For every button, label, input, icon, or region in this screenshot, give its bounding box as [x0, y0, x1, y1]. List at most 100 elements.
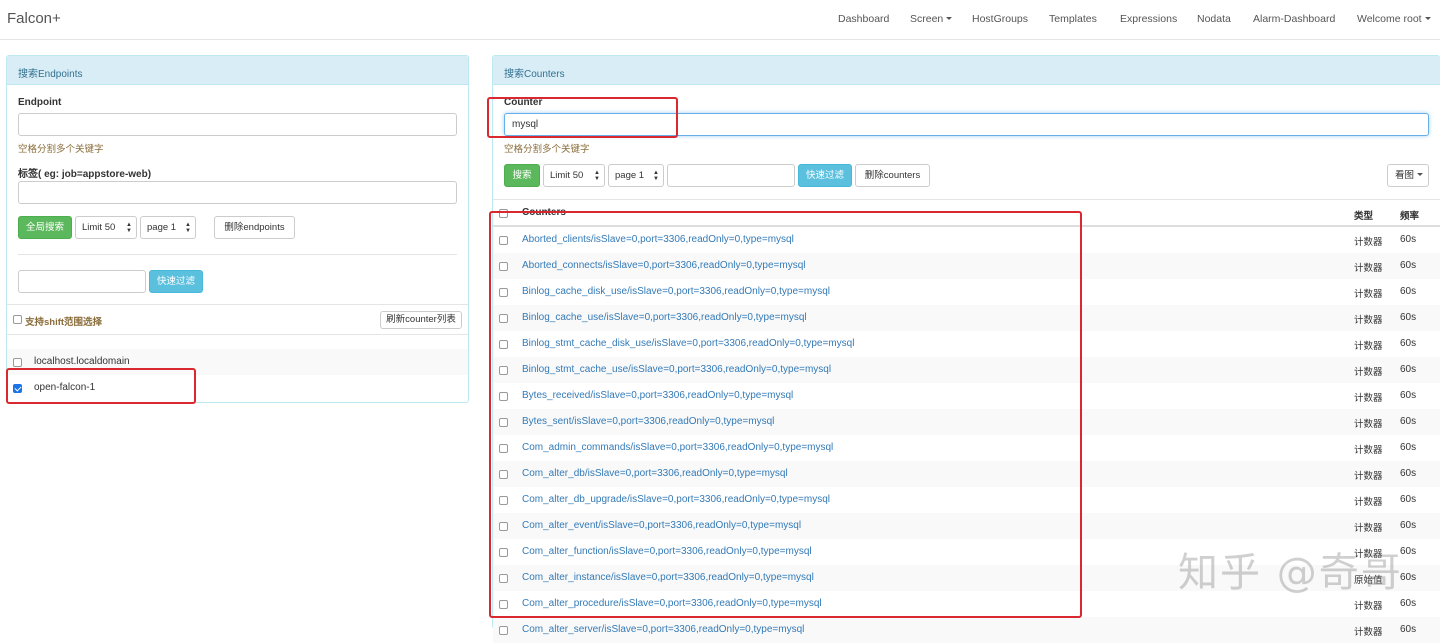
counter-checkbox[interactable]: [499, 262, 508, 271]
counter-quick-filter-button[interactable]: 快速过滤: [798, 164, 852, 187]
counter-step: 60s: [1400, 416, 1417, 427]
counter-link[interactable]: Aborted_connects/isSlave=0,port=3306,rea…: [522, 260, 806, 271]
counter-hint: 空格分割多个关键字: [504, 144, 590, 155]
endpoint-quick-filter-button[interactable]: 快速过滤: [149, 270, 203, 293]
shift-select-checkbox[interactable]: [13, 315, 22, 324]
counter-link[interactable]: Com_alter_event/isSlave=0,port=3306,read…: [522, 520, 801, 531]
counter-link[interactable]: Com_alter_function/isSlave=0,port=3306,r…: [522, 546, 812, 557]
counter-link[interactable]: Binlog_stmt_cache_disk_use/isSlave=0,por…: [522, 338, 854, 349]
counter-step: 60s: [1400, 338, 1417, 349]
nav-user-menu[interactable]: Welcome root: [1357, 13, 1431, 25]
nav-nodata[interactable]: Nodata: [1197, 13, 1231, 25]
counter-link[interactable]: Bytes_sent/isSlave=0,port=3306,readOnly=…: [522, 416, 774, 427]
counter-row[interactable]: Binlog_cache_disk_use/isSlave=0,port=330…: [493, 279, 1440, 305]
nav-expressions[interactable]: Expressions: [1120, 13, 1177, 25]
counter-link[interactable]: Com_alter_procedure/isSlave=0,port=3306,…: [522, 598, 822, 609]
counter-limit-select[interactable]: Limit 50 ▲ ▼: [543, 164, 605, 187]
tag-input[interactable]: [18, 181, 457, 204]
counter-checkbox[interactable]: [499, 340, 508, 349]
delete-counters-button[interactable]: 删除counters: [855, 164, 930, 187]
counter-link[interactable]: Bytes_received/isSlave=0,port=3306,readO…: [522, 390, 793, 401]
nav-alarm-dashboard[interactable]: Alarm-Dashboard: [1253, 13, 1335, 25]
counter-row[interactable]: Bytes_received/isSlave=0,port=3306,readO…: [493, 383, 1440, 409]
counter-row[interactable]: Binlog_cache_use/isSlave=0,port=3306,rea…: [493, 305, 1440, 331]
counter-link[interactable]: Binlog_stmt_cache_use/isSlave=0,port=330…: [522, 364, 831, 375]
counter-row[interactable]: Bytes_sent/isSlave=0,port=3306,readOnly=…: [493, 409, 1440, 435]
counter-row[interactable]: Aborted_clients/isSlave=0,port=3306,read…: [493, 227, 1440, 253]
endpoint-row[interactable]: open-falcon-1: [7, 375, 468, 401]
counter-checkbox[interactable]: [499, 626, 508, 635]
counter-checkbox[interactable]: [499, 600, 508, 609]
counter-row[interactable]: Aborted_connects/isSlave=0,port=3306,rea…: [493, 253, 1440, 279]
counter-step: 60s: [1400, 260, 1417, 271]
counter-label: Counter: [504, 97, 543, 108]
nav-templates[interactable]: Templates: [1049, 13, 1097, 25]
counter-type: 计数器: [1354, 523, 1383, 534]
view-graph-button[interactable]: 看图: [1387, 164, 1429, 187]
counter-row[interactable]: Com_alter_db_upgrade/isSlave=0,port=3306…: [493, 487, 1440, 513]
table-header-type: 类型: [1354, 211, 1374, 222]
counter-checkbox[interactable]: [499, 236, 508, 245]
counter-link[interactable]: Com_alter_db/isSlave=0,port=3306,readOnl…: [522, 468, 788, 479]
counter-step: 60s: [1400, 624, 1417, 635]
counter-checkbox[interactable]: [499, 392, 508, 401]
counter-filter-input[interactable]: [667, 164, 795, 187]
caret-down-icon: [1422, 13, 1431, 25]
select-all-counters-checkbox[interactable]: [499, 209, 508, 218]
counter-row[interactable]: Com_admin_commands/isSlave=0,port=3306,r…: [493, 435, 1440, 461]
counter-checkbox[interactable]: [499, 366, 508, 375]
watermark: 知乎 @奇哥: [1178, 550, 1403, 596]
endpoint-limit-select[interactable]: Limit 50 ▲ ▼: [75, 216, 137, 239]
counter-checkbox[interactable]: [499, 522, 508, 531]
brand-logo[interactable]: Falcon+: [7, 10, 61, 27]
counter-link[interactable]: Binlog_cache_use/isSlave=0,port=3306,rea…: [522, 312, 807, 323]
endpoint-checkbox[interactable]: [13, 384, 22, 393]
counter-search-input[interactable]: [504, 113, 1429, 136]
endpoint-page-select[interactable]: page 1 ▲ ▼: [140, 216, 196, 239]
counter-link[interactable]: Binlog_cache_disk_use/isSlave=0,port=330…: [522, 286, 830, 297]
delete-endpoints-button[interactable]: 删除endpoints: [214, 216, 295, 239]
counter-checkbox[interactable]: [499, 444, 508, 453]
counter-checkbox[interactable]: [499, 314, 508, 323]
counter-checkbox[interactable]: [499, 470, 508, 479]
counter-checkbox[interactable]: [499, 418, 508, 427]
counter-checkbox[interactable]: [499, 574, 508, 583]
counter-link[interactable]: Com_alter_db_upgrade/isSlave=0,port=3306…: [522, 494, 830, 505]
counter-page-select[interactable]: page 1 ▲ ▼: [608, 164, 664, 187]
counter-search-button[interactable]: 搜索: [504, 164, 540, 187]
endpoint-filter-input[interactable]: [18, 270, 146, 293]
divider: [7, 304, 468, 305]
endpoint-row[interactable]: localhost.localdomain: [7, 349, 468, 375]
counter-type: 计数器: [1354, 289, 1383, 300]
counter-step: 60s: [1400, 494, 1417, 505]
updown-arrow-icon: ▲ ▼: [594, 170, 600, 182]
counter-checkbox[interactable]: [499, 548, 508, 557]
counter-limit-value: Limit 50: [550, 170, 584, 181]
counter-row[interactable]: Com_alter_db/isSlave=0,port=3306,readOnl…: [493, 461, 1440, 487]
counter-row[interactable]: Binlog_stmt_cache_use/isSlave=0,port=330…: [493, 357, 1440, 383]
nav-screen-label: Screen: [910, 13, 944, 25]
counter-row[interactable]: Com_alter_event/isSlave=0,port=3306,read…: [493, 513, 1440, 539]
endpoint-checkbox[interactable]: [13, 358, 22, 367]
nav-dashboard[interactable]: Dashboard: [838, 13, 889, 25]
counter-checkbox[interactable]: [499, 496, 508, 505]
endpoint-search-input[interactable]: [18, 113, 457, 136]
counter-row[interactable]: Binlog_stmt_cache_disk_use/isSlave=0,por…: [493, 331, 1440, 357]
table-header-counters: Counters: [522, 207, 566, 218]
counter-link[interactable]: Com_alter_instance/isSlave=0,port=3306,r…: [522, 572, 814, 583]
counter-link[interactable]: Com_admin_commands/isSlave=0,port=3306,r…: [522, 442, 833, 453]
counter-step: 60s: [1400, 598, 1417, 609]
global-search-button[interactable]: 全局搜索: [18, 216, 72, 239]
nav-screen[interactable]: Screen: [910, 13, 952, 25]
nav-hostgroups[interactable]: HostGroups: [972, 13, 1028, 25]
counter-checkbox[interactable]: [499, 288, 508, 297]
endpoint-label: Endpoint: [18, 97, 62, 108]
refresh-counter-list-button[interactable]: 刷新counter列表: [380, 311, 462, 329]
counter-link[interactable]: Aborted_clients/isSlave=0,port=3306,read…: [522, 234, 794, 245]
counter-row[interactable]: Com_alter_server/isSlave=0,port=3306,rea…: [493, 617, 1440, 643]
counter-type: 计数器: [1354, 445, 1383, 456]
counter-link[interactable]: Com_alter_server/isSlave=0,port=3306,rea…: [522, 624, 804, 635]
updown-arrow-icon: ▲ ▼: [185, 222, 191, 234]
endpoint-hint: 空格分割多个关键字: [18, 144, 104, 155]
counter-step: 60s: [1400, 390, 1417, 401]
